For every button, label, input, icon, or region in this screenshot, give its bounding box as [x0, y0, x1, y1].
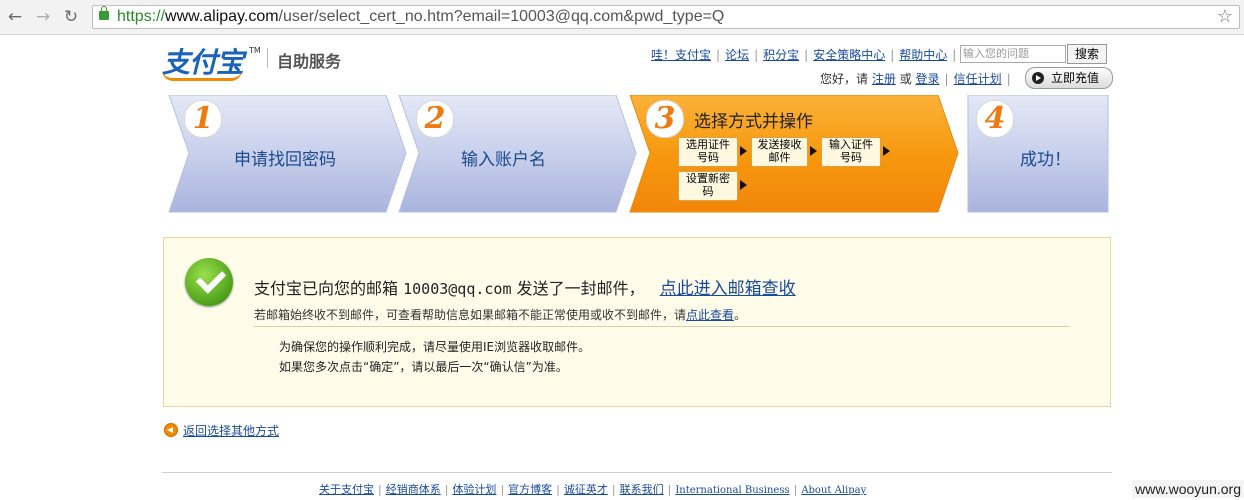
- address-bar[interactable]: https://www.alipay.com/user/select_cert_…: [92, 5, 1240, 29]
- service-title: 自助服务: [277, 52, 342, 71]
- substep-enter-id: 输入证件 号码: [821, 137, 881, 167]
- search-input[interactable]: 输入您的问题: [960, 45, 1066, 63]
- divider: [254, 326, 1070, 327]
- step-progress: 1 申请找回密码 2 输入账户名 3 选择方式并操作 选用证件 号码 发送接收 …: [164, 95, 1114, 213]
- top-links: 哇！支付宝 | 论坛 | 积分宝 | 安全策略中心 | 帮助中心 |: [651, 48, 957, 62]
- mailbox-link[interactable]: 点此进入邮箱查收: [660, 279, 796, 299]
- watermark: www.wooyun.org: [1132, 480, 1244, 498]
- help-view-link[interactable]: 点此查看: [686, 308, 734, 322]
- footer-divider: [162, 472, 1112, 473]
- step-3-number: 3: [646, 100, 684, 138]
- footer-contact[interactable]: 联系我们: [620, 483, 664, 496]
- email-address: 10003@qq.com: [403, 280, 512, 298]
- tip-ie-browser: 为确保您的操作顺利完成，请尽量使用IE浏览器收取邮件。: [279, 340, 591, 354]
- message-sub: 若邮箱始终收不到邮件，可查看帮助信息如果邮箱不能正常使用或收不到邮件，请点此查看…: [254, 308, 747, 322]
- step-4-number: 4: [976, 100, 1014, 138]
- success-check-icon: [185, 258, 233, 306]
- recharge-button[interactable]: 立即充值: [1025, 67, 1113, 89]
- substep-arrow-icon: [740, 180, 747, 190]
- footer-dealers[interactable]: 经销商体系: [386, 483, 441, 496]
- link-security-center[interactable]: 安全策略中心: [813, 48, 885, 62]
- message-panel: 支付宝已向您的邮箱 10003@qq.com 发送了一封邮件， 点此进入邮箱查收…: [163, 237, 1111, 407]
- footer-blog[interactable]: 官方博客: [508, 483, 552, 496]
- step-1-label: 申请找回密码: [234, 150, 336, 170]
- substep-arrow-icon: [740, 146, 747, 156]
- back-arrow-icon[interactable]: [164, 423, 178, 437]
- bookmark-star-icon[interactable]: ☆: [1217, 6, 1233, 27]
- link-points[interactable]: 积分宝: [763, 48, 799, 62]
- user-bar: 您好，请 注册 或 登录 | 信任计划 |: [820, 72, 1011, 86]
- trust-plan-link[interactable]: 信任计划: [954, 72, 1002, 86]
- substep-arrow-icon: [883, 146, 890, 156]
- link-wa-alipay[interactable]: 哇！支付宝: [651, 48, 711, 62]
- login-link[interactable]: 登录: [916, 72, 940, 86]
- step-1-number: 1: [184, 100, 222, 138]
- substep-select-id: 选用证件 号码: [678, 137, 738, 167]
- register-link[interactable]: 注册: [872, 72, 896, 86]
- step-2-label: 输入账户名: [461, 150, 546, 170]
- footer-jobs[interactable]: 诚征英才: [564, 483, 608, 496]
- step-2-number: 2: [416, 100, 454, 138]
- step-3-label: 选择方式并操作: [694, 112, 813, 132]
- reload-icon[interactable]: ↻: [60, 6, 82, 28]
- footer-experience[interactable]: 体验计划: [452, 483, 496, 496]
- step-4-label: 成功！: [1020, 150, 1071, 170]
- url-text: https://www.alipay.com/user/select_cert_…: [117, 8, 725, 25]
- back-to-methods-link[interactable]: 返回选择其他方式: [183, 422, 279, 439]
- tip-last-confirm: 如果您多次点击“确定”，请以最后一次“确认信”为准。: [279, 360, 568, 374]
- play-icon: [1032, 72, 1044, 84]
- alipay-logo[interactable]: 支付宝 TM: [162, 44, 262, 81]
- substep-send-mail: 发送接收 邮件: [751, 137, 808, 167]
- search-button[interactable]: 搜索: [1067, 44, 1107, 64]
- message-main: 支付宝已向您的邮箱 10003@qq.com 发送了一封邮件， 点此进入邮箱查收: [254, 279, 796, 299]
- forward-arrow-icon[interactable]: →: [32, 6, 54, 28]
- footer-links: 关于支付宝 | 经销商体系 | 体验计划 | 官方博客 | 诚征英才 | 联系我们 | Internat…: [319, 483, 867, 496]
- substep-set-password: 设置新密 码: [678, 171, 738, 201]
- footer-international[interactable]: International Business: [675, 485, 789, 496]
- browser-toolbar: ← → ↻ https://www.alipay.com/user/select…: [0, 0, 1244, 35]
- lock-icon: [99, 6, 109, 20]
- link-help-center[interactable]: 帮助中心: [899, 48, 947, 62]
- logo-swoosh: [162, 70, 242, 81]
- footer-about-alipay[interactable]: About Alipay: [801, 485, 866, 496]
- back-arrow-icon[interactable]: ←: [4, 6, 26, 28]
- footer-about[interactable]: 关于支付宝: [319, 483, 374, 496]
- link-forum[interactable]: 论坛: [725, 48, 749, 62]
- substep-arrow-icon: [810, 146, 817, 156]
- logo-divider: [267, 48, 268, 68]
